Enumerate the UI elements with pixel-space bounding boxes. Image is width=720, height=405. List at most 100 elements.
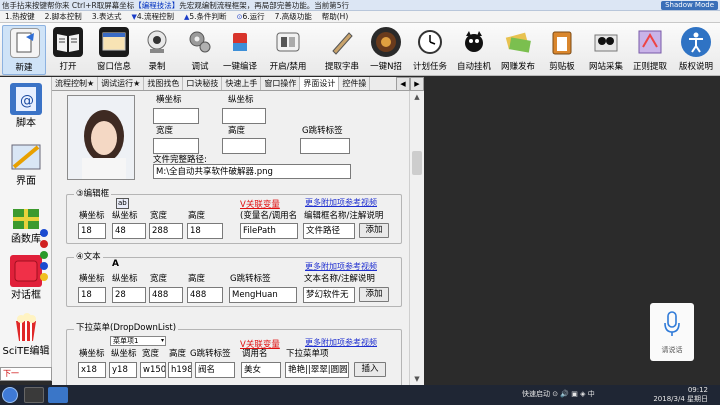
title-highlight: 【编程技法】 — [134, 1, 180, 10]
text-name-input[interactable]: 梦幻软件无 — [303, 287, 355, 303]
menu-expression[interactable]: 3.表达式 — [87, 11, 127, 22]
taskbar: 快速启动 ⊙ 🔊 ▣ ◈ 中 09:12 2018/3/4 星期日 — [0, 385, 720, 405]
toolbar-earn-publish-button[interactable]: 网赚发布 — [496, 25, 540, 75]
menu-hotkey[interactable]: 1.热按键 — [0, 11, 40, 22]
menu-run[interactable]: ⊙6.运行 — [232, 11, 270, 22]
tab-scroll-left-icon[interactable]: ◀ — [396, 77, 410, 91]
dd-call-input[interactable]: 美女 — [241, 362, 281, 378]
edit-h-input[interactable]: 18 — [187, 223, 223, 239]
start-button-icon[interactable] — [2, 387, 18, 403]
tray-quick-launch[interactable]: 快速启动 ⊙ 🔊 ▣ ◈ 中 — [522, 389, 595, 399]
dd-h6: 下拉菜单项 — [286, 349, 329, 359]
tab-tips[interactable]: 口诀秘技 — [183, 77, 223, 90]
dd-h2: 宽度 — [142, 349, 160, 359]
dd-w-input[interactable]: w150 — [140, 362, 166, 378]
tab-debug-run[interactable]: 调试运行★ — [98, 77, 145, 90]
pen-icon — [327, 27, 357, 57]
tab-scroll-right-icon[interactable]: ▶ — [410, 77, 424, 91]
left-ui-button[interactable]: 界面 — [4, 139, 48, 191]
edit-link-var[interactable]: V关联变量 — [240, 198, 280, 210]
text-link-more[interactable]: 更多附加项参考视频 — [305, 261, 377, 272]
dd-h0: 横坐标 — [79, 349, 105, 359]
scroll-thumb[interactable] — [412, 151, 422, 175]
edit-h2: 宽度 — [150, 211, 168, 221]
toolbar-record-button[interactable]: 录制 — [135, 25, 179, 75]
img-h-input[interactable] — [222, 138, 266, 154]
edit-x-input[interactable]: 18 — [78, 223, 106, 239]
edit-add-button[interactable]: 添加 — [359, 223, 389, 238]
svg-text:@: @ — [20, 93, 34, 109]
tab-window-ops[interactable]: 窗口操作 — [261, 77, 301, 90]
taskbar-clock[interactable]: 09:12 2018/3/4 星期日 — [653, 386, 708, 404]
text-w-input[interactable]: 488 — [149, 287, 183, 303]
img-x-input[interactable] — [153, 108, 199, 124]
toolbar-web-collect-button[interactable]: 网站采集 — [584, 25, 628, 75]
toolbar-regex-button[interactable]: 正则提取 — [628, 25, 672, 75]
tab-control-ops[interactable]: 控件操 — [339, 77, 371, 90]
text-x-input[interactable]: 18 — [78, 287, 106, 303]
dropdown-select-value: 菜单项1 — [113, 337, 139, 345]
dd-y-input[interactable]: y18 — [109, 362, 137, 378]
left-script-button[interactable]: @ 脚本 — [4, 81, 48, 133]
dd-items-input[interactable]: 艳艳||翠翠|圆圆 — [285, 362, 349, 378]
toolbar-extract-string-button[interactable]: 提取字串 — [320, 25, 364, 75]
dropdown-group-title: 下拉菜单(DropDownList) — [74, 323, 179, 334]
dropdown-link-more[interactable]: 更多附加项参考视频 — [305, 337, 377, 348]
toolbar-toggle-button[interactable]: 开启/禁用 — [266, 25, 310, 75]
edit-w-input[interactable]: 288 — [149, 223, 183, 239]
shadow-mode-badge[interactable]: Shadow Mode — [661, 1, 718, 10]
dd-jump-input[interactable]: 阀名 — [195, 362, 235, 378]
toolbar-window-info-button[interactable]: 窗口信息 — [92, 25, 136, 75]
text-jump-input[interactable]: MengHuan — [229, 287, 297, 303]
toolbar-clipboard-button[interactable]: 剪贴板 — [540, 25, 584, 75]
toolbar-new-button[interactable]: 新建 — [2, 25, 46, 75]
tray-text: 快速启动 — [522, 390, 550, 398]
toolbar-compile-button[interactable]: 一键编译 — [218, 25, 262, 75]
img-jump-label: G跳转标签 — [302, 126, 343, 136]
edit-var-input[interactable]: FilePath — [240, 223, 298, 239]
text-add-button[interactable]: 添加 — [359, 287, 389, 302]
scroll-up-icon[interactable]: ▲ — [411, 91, 423, 103]
edit-link-more[interactable]: 更多附加项参考视频 — [305, 197, 377, 208]
edit-y-input[interactable]: 48 — [112, 223, 146, 239]
img-w-label: 宽度 — [156, 126, 174, 136]
tab-find-image[interactable]: 找图找色 — [144, 77, 184, 90]
clock-time: 09:12 — [687, 386, 708, 394]
dd-h-input[interactable]: h198 — [168, 362, 192, 378]
toolbar-regex-label: 正则提取 — [632, 62, 667, 72]
img-path-input[interactable]: M:\全自动共享软件破解器.png — [153, 164, 351, 179]
dd-x-input[interactable]: x18 — [78, 362, 106, 378]
menu-script-control[interactable]: 2.脚本控制 — [40, 11, 87, 22]
tab-ui-design[interactable]: 界面设计 — [300, 77, 340, 90]
voice-label: 请说话 — [661, 346, 683, 354]
form-scrollbar[interactable]: ▲ ▼ — [409, 91, 424, 385]
tab-quick-start[interactable]: 快速上手 — [222, 77, 262, 90]
toolbar-open-button[interactable]: 打开 — [46, 25, 90, 75]
left-bottom-input[interactable]: 下一 — [0, 367, 52, 381]
task-app-1-icon[interactable] — [24, 387, 44, 403]
img-jump-input[interactable] — [300, 138, 350, 154]
task-app-2-icon[interactable] — [48, 387, 68, 403]
dropdown-select[interactable]: 菜单项1 ▾ — [110, 336, 166, 346]
tab-flow-control[interactable]: 流程控制★ — [52, 77, 99, 90]
dd-h1: 纵坐标 — [111, 349, 137, 359]
text-h-input[interactable]: 488 — [187, 287, 223, 303]
menu-condition[interactable]: ▲5.条件判断 — [179, 11, 232, 22]
edit-name-input[interactable]: 文件路径 — [303, 223, 355, 239]
dd-h4: G跳转标签 — [190, 349, 231, 359]
text-y-input[interactable]: 28 — [112, 287, 146, 303]
img-w-input[interactable] — [153, 138, 199, 154]
menu-flow-control[interactable]: ▼4.流程控制 — [126, 11, 179, 22]
toolbar-schedule-button[interactable]: 计划任务 — [408, 25, 452, 75]
toolbar-toggle-label: 开启/禁用 — [269, 62, 307, 72]
menu-advanced[interactable]: 7.高级功能 — [270, 11, 317, 22]
toolbar-one-key-button[interactable]: 一键N招 — [364, 25, 408, 75]
voice-input-widget[interactable]: 请说话 — [650, 303, 694, 361]
img-y-input[interactable] — [222, 108, 266, 124]
toolbar-copyright-button[interactable]: 版权说明 — [674, 25, 718, 75]
toolbar-auto-hang-button[interactable]: 自动挂机 — [452, 25, 496, 75]
menu-help[interactable]: 帮助(H) — [317, 11, 354, 22]
app-window: 信手拈来按键帮你来 Ctrl+R取屏幕坐标【编程技法】先宏观编制流程框架，再局部… — [0, 0, 720, 405]
dd-insert-button[interactable]: 插入 — [354, 362, 386, 377]
scroll-down-icon[interactable]: ▼ — [411, 373, 423, 385]
